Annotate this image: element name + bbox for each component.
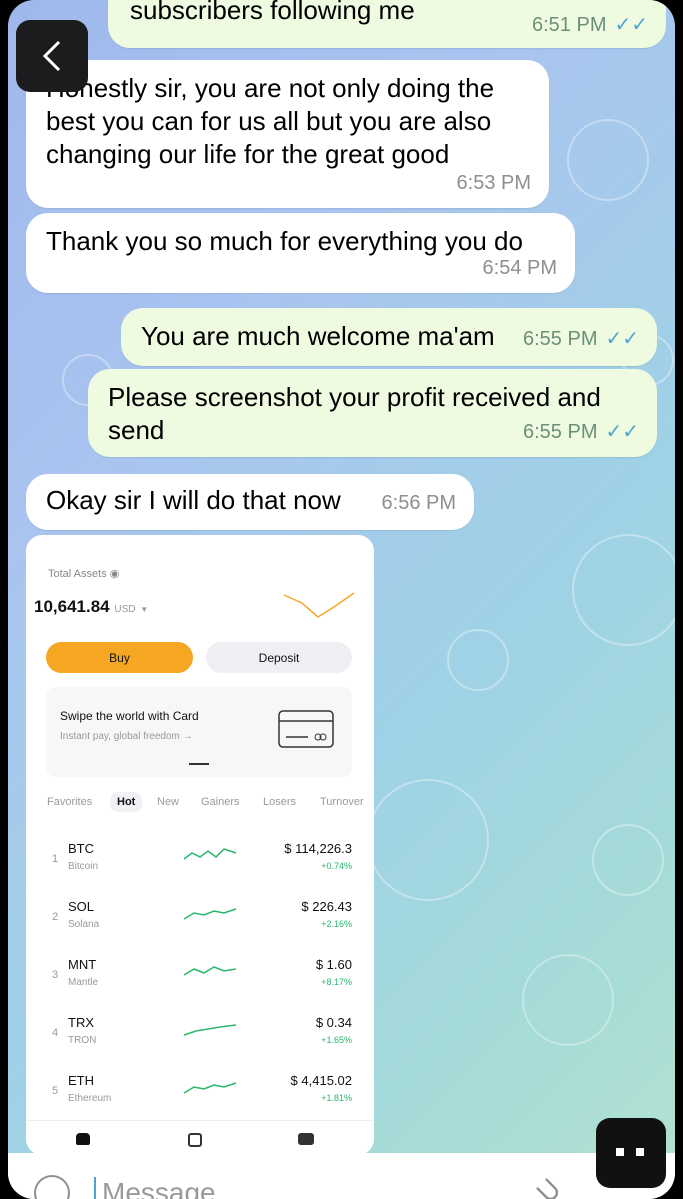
total-assets-label: Total Assets ◉ bbox=[48, 568, 120, 580]
coin-rank: 3 bbox=[52, 969, 59, 981]
message-bubble-incoming[interactable]: Okay sir I will do that now 6:56 PM bbox=[26, 474, 474, 530]
total-assets-value: 10,641.84 USD ▼ bbox=[34, 597, 149, 616]
message-time: 6:55 PM bbox=[523, 421, 598, 443]
tab-new[interactable]: New bbox=[157, 796, 179, 808]
coin-change: +2.16% bbox=[321, 919, 352, 929]
coin-change: +1.81% bbox=[321, 1093, 352, 1103]
attach-icon[interactable]: ⊃ bbox=[526, 1167, 572, 1199]
deposit-button[interactable]: Deposit bbox=[206, 642, 352, 673]
chevron-down-icon: ▼ bbox=[140, 605, 149, 614]
coin-price: $ 114,226.3 bbox=[284, 841, 352, 856]
coin-rank: 2 bbox=[52, 911, 59, 923]
coin-name: TRON bbox=[68, 1035, 97, 1046]
message-time: 6:55 PM bbox=[523, 328, 598, 350]
coin-sparkline bbox=[183, 1024, 237, 1036]
coin-sparkline bbox=[183, 848, 237, 860]
coin-name: Bitcoin bbox=[68, 861, 99, 872]
coin-row[interactable]: 5 ETH Ethereum $ 4,415.02 +1.81% bbox=[26, 1063, 374, 1121]
coin-row[interactable]: 1 BTC Bitcoin $ 114,226.3 +0.74% bbox=[26, 831, 374, 889]
coin-price: $ 1.60 bbox=[315, 957, 352, 972]
coin-symbol: BTC bbox=[68, 841, 94, 856]
message-text: subscribers following me bbox=[130, 0, 415, 25]
card-promo-banner[interactable]: Swipe the world with Card Instant pay, g… bbox=[46, 687, 352, 777]
message-bubble-outgoing[interactable]: subscribers following me 6:51 PM ✓✓ bbox=[108, 0, 666, 48]
coin-row[interactable]: 2 SOL Solana $ 226.43 +2.16% bbox=[26, 889, 374, 947]
eye-icon: ◉ bbox=[109, 568, 120, 580]
message-time: 6:54 PM bbox=[482, 257, 557, 279]
double-check-icon: ✓✓ bbox=[614, 14, 648, 36]
coin-name: Solana bbox=[68, 919, 100, 930]
coin-sparkline bbox=[183, 908, 237, 920]
double-check-icon: ✓✓ bbox=[605, 328, 639, 350]
message-text: Honestly sir, you are not only doing the… bbox=[46, 73, 495, 169]
message-input-bar: Message ⊃ bbox=[8, 1153, 675, 1199]
image-attachment[interactable]: Total Assets ◉ 10,641.84 USD ▼ Buy Depos… bbox=[26, 535, 374, 1155]
wallet-icon[interactable] bbox=[298, 1133, 314, 1145]
coin-name: Mantle bbox=[68, 977, 99, 988]
coin-change: +1.65% bbox=[321, 1035, 352, 1045]
message-bubble-outgoing[interactable]: You are much welcome ma'am 6:55 PM ✓✓ bbox=[121, 308, 657, 366]
avatar-face-icon bbox=[636, 1148, 644, 1156]
back-button[interactable] bbox=[16, 20, 88, 92]
coin-row[interactable]: 4 TRX TRON $ 0.34 +1.65% bbox=[26, 1005, 374, 1063]
message-bubble-incoming[interactable]: Thank you so much for everything you do … bbox=[26, 213, 575, 293]
message-text: Okay sir I will do that now bbox=[46, 485, 341, 515]
coin-row[interactable]: 3 MNT Mantle $ 1.60 +8.17% bbox=[26, 947, 374, 1005]
coin-sparkline bbox=[183, 1082, 237, 1094]
trade-icon[interactable] bbox=[188, 1133, 202, 1147]
coin-rank: 1 bbox=[52, 853, 59, 865]
tab-losers[interactable]: Losers bbox=[263, 796, 296, 808]
coin-symbol: MNT bbox=[68, 957, 97, 972]
coin-sparkline bbox=[183, 966, 237, 976]
message-input[interactable]: Message bbox=[94, 1177, 216, 1199]
avatar[interactable] bbox=[596, 1118, 666, 1188]
chat-screen: subscribers following me 6:51 PM ✓✓ Hone… bbox=[8, 0, 675, 1199]
avatar-face-icon bbox=[616, 1148, 624, 1156]
coin-change: +0.74% bbox=[321, 861, 352, 871]
coin-symbol: SOL bbox=[68, 899, 95, 914]
coin-price: $ 0.34 bbox=[315, 1015, 352, 1030]
message-bubble-outgoing[interactable]: Please screenshot your profit received a… bbox=[88, 369, 657, 457]
message-time: 6:53 PM bbox=[456, 172, 531, 194]
card-promo-subtitle: Instant pay, global freedom → bbox=[60, 731, 193, 742]
message-bubble-incoming[interactable]: Honestly sir, you are not only doing the… bbox=[26, 60, 549, 208]
coin-change: +8.17% bbox=[321, 977, 352, 987]
carousel-indicator bbox=[189, 763, 209, 765]
market-tabs: Favorites Hot New Gainers Losers Turnove… bbox=[26, 792, 374, 816]
currency-label: USD bbox=[114, 604, 136, 615]
home-icon[interactable] bbox=[76, 1133, 90, 1145]
card-icon bbox=[278, 710, 334, 748]
tab-hot[interactable]: Hot bbox=[110, 792, 143, 812]
bottom-nav bbox=[26, 1120, 374, 1155]
coin-rank: 4 bbox=[52, 1027, 59, 1039]
double-check-icon: ✓✓ bbox=[605, 421, 639, 443]
tab-gainers[interactable]: Gainers bbox=[201, 796, 240, 808]
coin-rank: 5 bbox=[52, 1085, 59, 1097]
message-text: You are much welcome ma'am bbox=[141, 321, 495, 351]
message-time: 6:51 PM bbox=[532, 14, 607, 36]
tab-favorites[interactable]: Favorites bbox=[47, 796, 92, 808]
chevron-left-icon bbox=[42, 40, 61, 72]
card-promo-title: Swipe the world with Card bbox=[60, 709, 199, 723]
coin-symbol: ETH bbox=[68, 1073, 94, 1088]
buy-button[interactable]: Buy bbox=[46, 642, 193, 673]
tab-turnover[interactable]: Turnover bbox=[320, 796, 364, 808]
coin-price: $ 226.43 bbox=[301, 899, 352, 914]
arrow-right-icon: → bbox=[182, 731, 193, 742]
coin-price: $ 4,415.02 bbox=[290, 1073, 352, 1088]
assets-sparkline bbox=[283, 592, 355, 618]
message-text: Thank you so much for everything you do bbox=[46, 226, 523, 256]
coin-name: Ethereum bbox=[68, 1093, 112, 1104]
emoji-icon[interactable] bbox=[34, 1175, 70, 1199]
coin-symbol: TRX bbox=[68, 1015, 94, 1030]
message-time: 6:56 PM bbox=[381, 492, 456, 514]
